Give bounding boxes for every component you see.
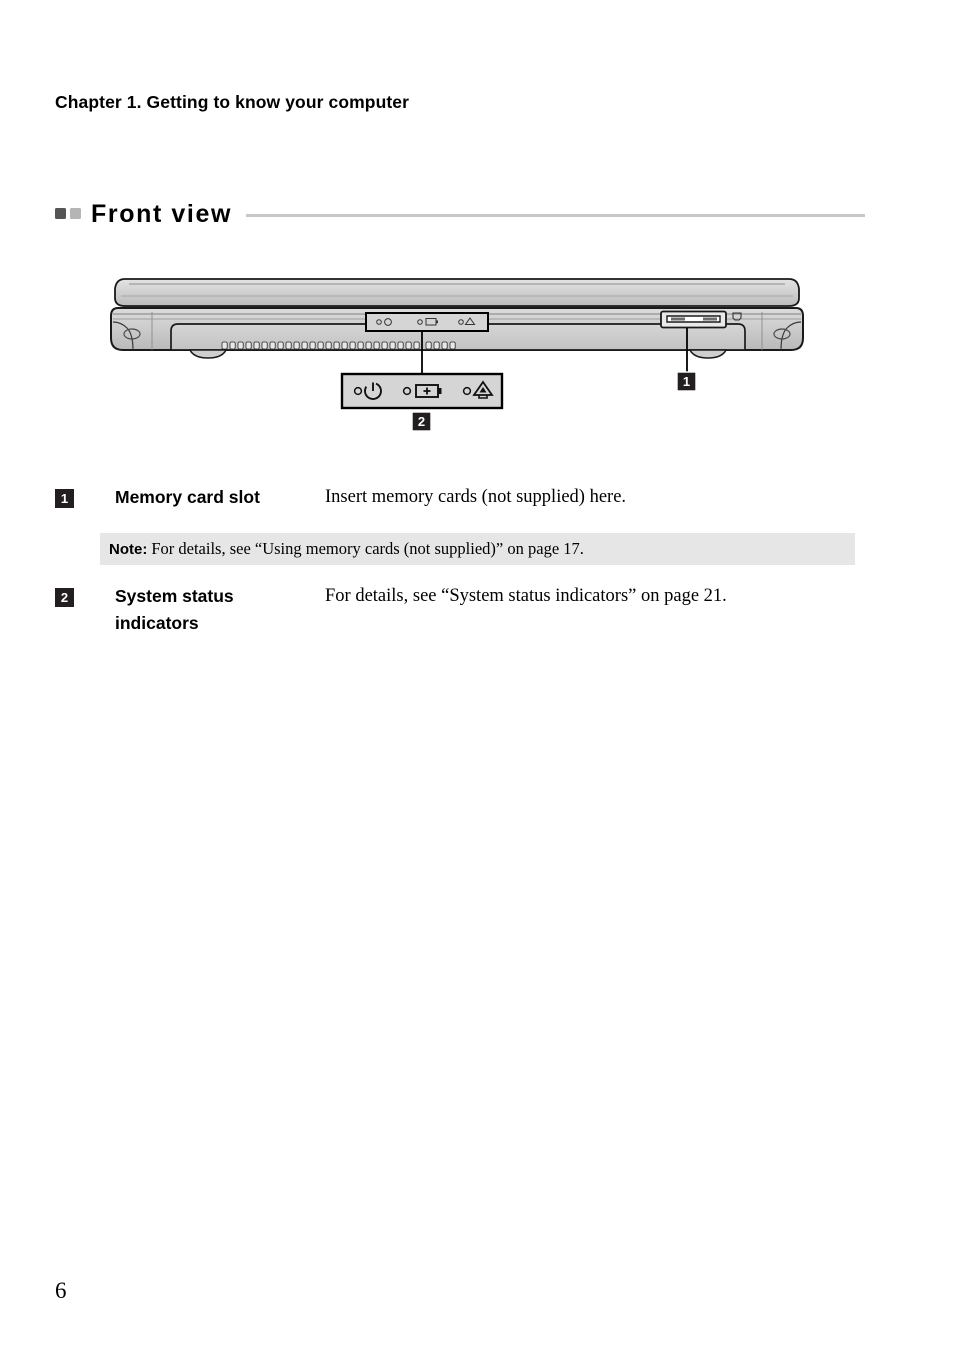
status-indicator-detail-box bbox=[340, 372, 504, 410]
laptop-latch-tab bbox=[188, 349, 228, 359]
section-bullet-squares bbox=[55, 207, 81, 221]
item-marker-1: 1 bbox=[55, 489, 74, 508]
chapter-header: Chapter 1. Getting to know your computer bbox=[55, 92, 410, 112]
item-label-memory-card-slot: Memory card slot bbox=[115, 487, 260, 507]
status-indicator-cluster-on-device bbox=[365, 312, 489, 332]
callout-marker-1: 1 bbox=[676, 371, 697, 392]
note-label: Note: bbox=[109, 540, 148, 558]
item-label-line2: indicators bbox=[115, 613, 199, 633]
svg-text:1: 1 bbox=[683, 374, 690, 389]
bullet-square-light-icon bbox=[70, 207, 81, 219]
item-marker-2: 2 bbox=[55, 588, 74, 607]
bullet-square-dark-icon bbox=[55, 207, 66, 219]
note-text: For details, see “Using memory cards (no… bbox=[151, 539, 584, 558]
item-description-memory-card-slot: Insert memory cards (not supplied) here. bbox=[325, 487, 627, 507]
callout-marker-2: 2 bbox=[411, 411, 432, 432]
section-title-row: Front view bbox=[55, 196, 865, 232]
laptop-illustration bbox=[110, 278, 804, 384]
laptop-lid-main bbox=[114, 278, 800, 307]
item-description-system-status-indicators: For details, see “System status indicato… bbox=[325, 586, 727, 606]
svg-text:2: 2 bbox=[418, 414, 425, 429]
item-label-system-status-indicators: System status indicators bbox=[115, 583, 325, 637]
note-box: Note: For details, see “Using memory car… bbox=[100, 533, 855, 565]
laptop-latch-tab-right bbox=[688, 349, 728, 359]
section-title: Front view bbox=[91, 199, 233, 228]
section-title-rule bbox=[246, 214, 865, 217]
feature-list: 1 Memory card slot Insert memory cards (… bbox=[55, 484, 900, 511]
item-label-line1: System status bbox=[115, 586, 234, 606]
list-item-memory-card-slot: 1 Memory card slot Insert memory cards (… bbox=[55, 484, 900, 511]
list-item-system-status-indicators: 2 System status indicators For details, … bbox=[55, 583, 900, 637]
page-number: 6 bbox=[55, 1278, 67, 1303]
front-view-figure: 2 1 bbox=[0, 262, 954, 447]
